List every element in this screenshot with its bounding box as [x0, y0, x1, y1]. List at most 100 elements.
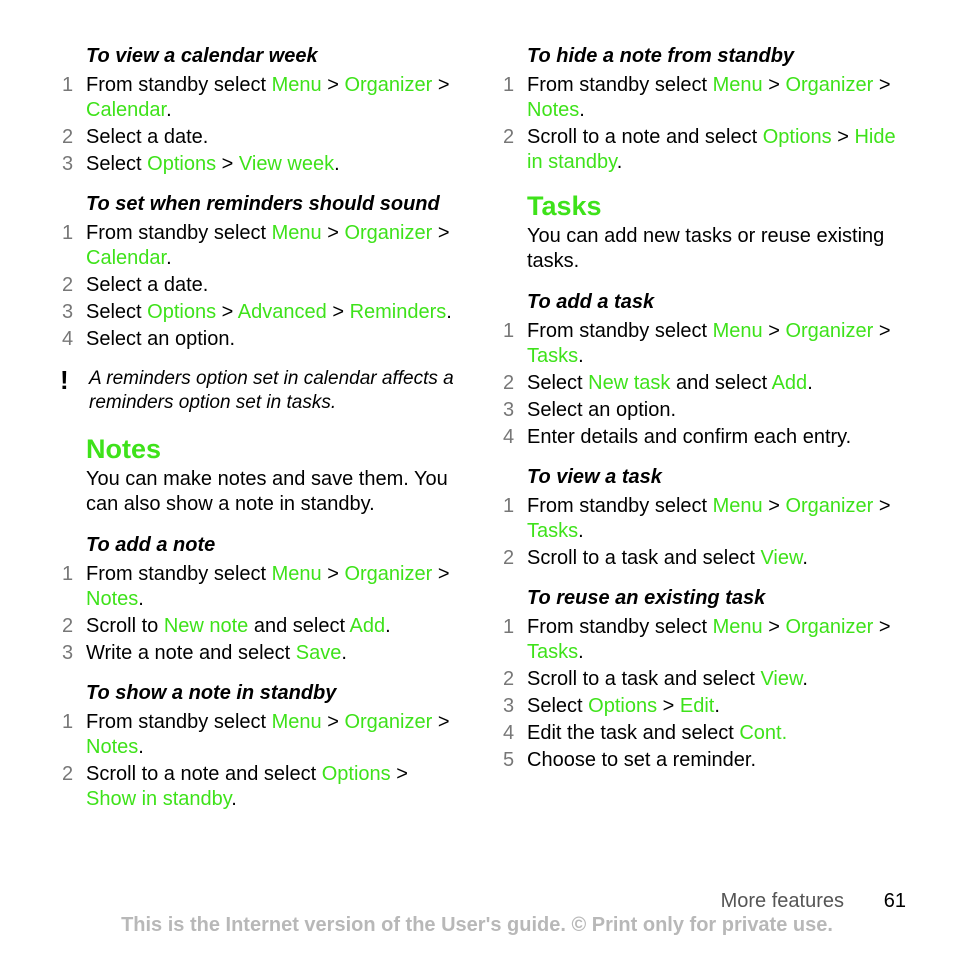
step-text: > — [657, 695, 680, 717]
menu-path-term: Menu — [271, 563, 322, 585]
step-text: > — [831, 126, 855, 148]
exclamation-icon: ! — [60, 365, 69, 395]
step-number: 1 — [503, 495, 515, 517]
procedure-view-task: To view a task 1 From standby select Menu… — [501, 465, 901, 571]
step-text: Select — [527, 372, 589, 394]
menu-path-term: Menu — [712, 320, 763, 342]
step-text: From standby select — [527, 320, 713, 342]
step-text: Choose to set a reminder. — [527, 749, 757, 771]
step-text: Scroll to a task and select — [527, 547, 761, 569]
menu-path-term: New note — [163, 615, 249, 637]
step-item: 2 Select New task and select Add. — [501, 371, 901, 396]
step-text: > — [216, 153, 239, 175]
step-text: > — [432, 222, 450, 244]
menu-path-term: Tasks — [527, 520, 579, 542]
step-item: 4 Select an option. — [60, 327, 460, 352]
procedure-reminders: To set when reminders should sound 1 From… — [60, 192, 460, 352]
step-number: 2 — [503, 126, 515, 148]
procedure-reuse-task: To reuse an existing task 1 From standby … — [501, 586, 901, 773]
step-list: 1 From standby select Menu > Organizer > … — [501, 615, 901, 773]
step-text: . — [578, 520, 584, 542]
procedure-title: To hide a note from standby — [527, 45, 795, 67]
menu-path-term: Organizer — [344, 711, 433, 733]
procedure-title: To add a note — [86, 534, 216, 556]
menu-path-term: Organizer — [344, 563, 433, 585]
step-number: 3 — [62, 301, 74, 323]
step-text: Scroll to a note and select — [527, 126, 763, 148]
step-text: > — [762, 616, 786, 638]
step-text: . — [385, 615, 391, 637]
step-text: Select an option. — [527, 399, 676, 421]
step-text: > — [762, 495, 786, 517]
step-item: 3 Select Options > View week. — [60, 152, 460, 177]
step-text: . — [446, 301, 452, 323]
step-item: 5 Choose to set a reminder. — [501, 748, 901, 773]
menu-path-term: Options — [147, 301, 217, 323]
step-item: 2 Scroll to a task and select View. — [501, 667, 901, 692]
procedure-hide-note: To hide a note from standby 1 From standb… — [501, 44, 901, 175]
step-number: 4 — [62, 328, 74, 350]
menu-path-term: Calendar — [86, 247, 167, 269]
step-text: From standby select — [86, 74, 272, 96]
step-text: > — [432, 711, 450, 733]
step-text: From standby select — [527, 495, 713, 517]
section-heading-notes: Notes — [86, 434, 162, 464]
step-number: 2 — [62, 126, 74, 148]
menu-path-term: Organizer — [344, 74, 433, 96]
menu-path-term: Menu — [712, 74, 763, 96]
step-text: . — [807, 372, 813, 394]
menu-path-term: Show in standby — [86, 788, 232, 810]
step-text: Select — [86, 153, 148, 175]
page-number: 61 — [883, 890, 906, 912]
procedure-add-note: To add a note 1 From standby select Menu … — [60, 533, 460, 666]
step-item: 2 Select a date. — [60, 125, 460, 150]
step-text: Scroll to a note and select — [86, 763, 322, 785]
step-text: From standby select — [86, 563, 272, 585]
step-number: 1 — [503, 320, 515, 342]
step-list: 1 From standby select Menu > Organizer > … — [60, 710, 460, 812]
step-text: Select a date. — [86, 274, 209, 296]
step-item: 4 Enter details and confirm each entry. — [501, 425, 901, 450]
menu-path-term: Add — [771, 372, 808, 394]
step-item: 3 Write a note and select Save. — [60, 641, 460, 666]
section-intro: You can make notes and save them. You ca… — [86, 468, 448, 515]
step-item: 2 Scroll to a note and select Options > S… — [60, 762, 460, 812]
step-text: Select an option. — [86, 328, 235, 350]
menu-path-term: Menu — [712, 495, 763, 517]
step-text: From standby select — [86, 711, 272, 733]
menu-path-term: Menu — [271, 74, 322, 96]
step-text: . — [616, 151, 623, 173]
menu-path-term: Notes — [86, 588, 139, 610]
step-number: 2 — [503, 668, 515, 690]
menu-path-term: Add — [349, 615, 386, 637]
menu-path-term: Tasks — [527, 345, 579, 367]
step-number: 4 — [503, 426, 515, 448]
step-text: . — [341, 642, 347, 664]
step-number: 2 — [62, 763, 74, 785]
menu-path-term: Organizer — [785, 616, 874, 638]
step-text: Select — [527, 695, 589, 717]
step-number: 3 — [62, 642, 74, 664]
step-item: 3 Select an option. — [501, 398, 901, 423]
menu-path-term: Save — [295, 642, 342, 664]
menu-path-term: Options — [321, 763, 391, 785]
step-item: 4 Edit the task and select Cont. — [501, 721, 901, 746]
step-list: 1 From standby select Menu > Organizer > … — [60, 73, 460, 177]
step-text: Scroll to — [86, 615, 164, 637]
step-number: 3 — [503, 695, 515, 717]
menu-path-term: Cont. — [739, 722, 788, 744]
menu-path-term: Options — [588, 695, 658, 717]
step-number: 3 — [62, 153, 74, 175]
step-text: . — [231, 788, 237, 810]
menu-path-term: Advanced — [237, 301, 327, 323]
step-text: > — [873, 74, 891, 96]
step-item: 2 Select a date. — [60, 273, 460, 298]
menu-path-term: Notes — [527, 99, 580, 121]
section-intro: You can add new tasks or reuse existing … — [527, 225, 885, 272]
step-text: > — [762, 74, 786, 96]
step-text: Enter details and confirm each entry. — [527, 426, 852, 448]
procedure-calendar-week: To view a calendar week 1 From standby se… — [60, 44, 460, 177]
step-text: > — [321, 222, 345, 244]
procedure-title: To set when reminders should sound — [86, 193, 440, 215]
step-text: From standby select — [86, 222, 272, 244]
